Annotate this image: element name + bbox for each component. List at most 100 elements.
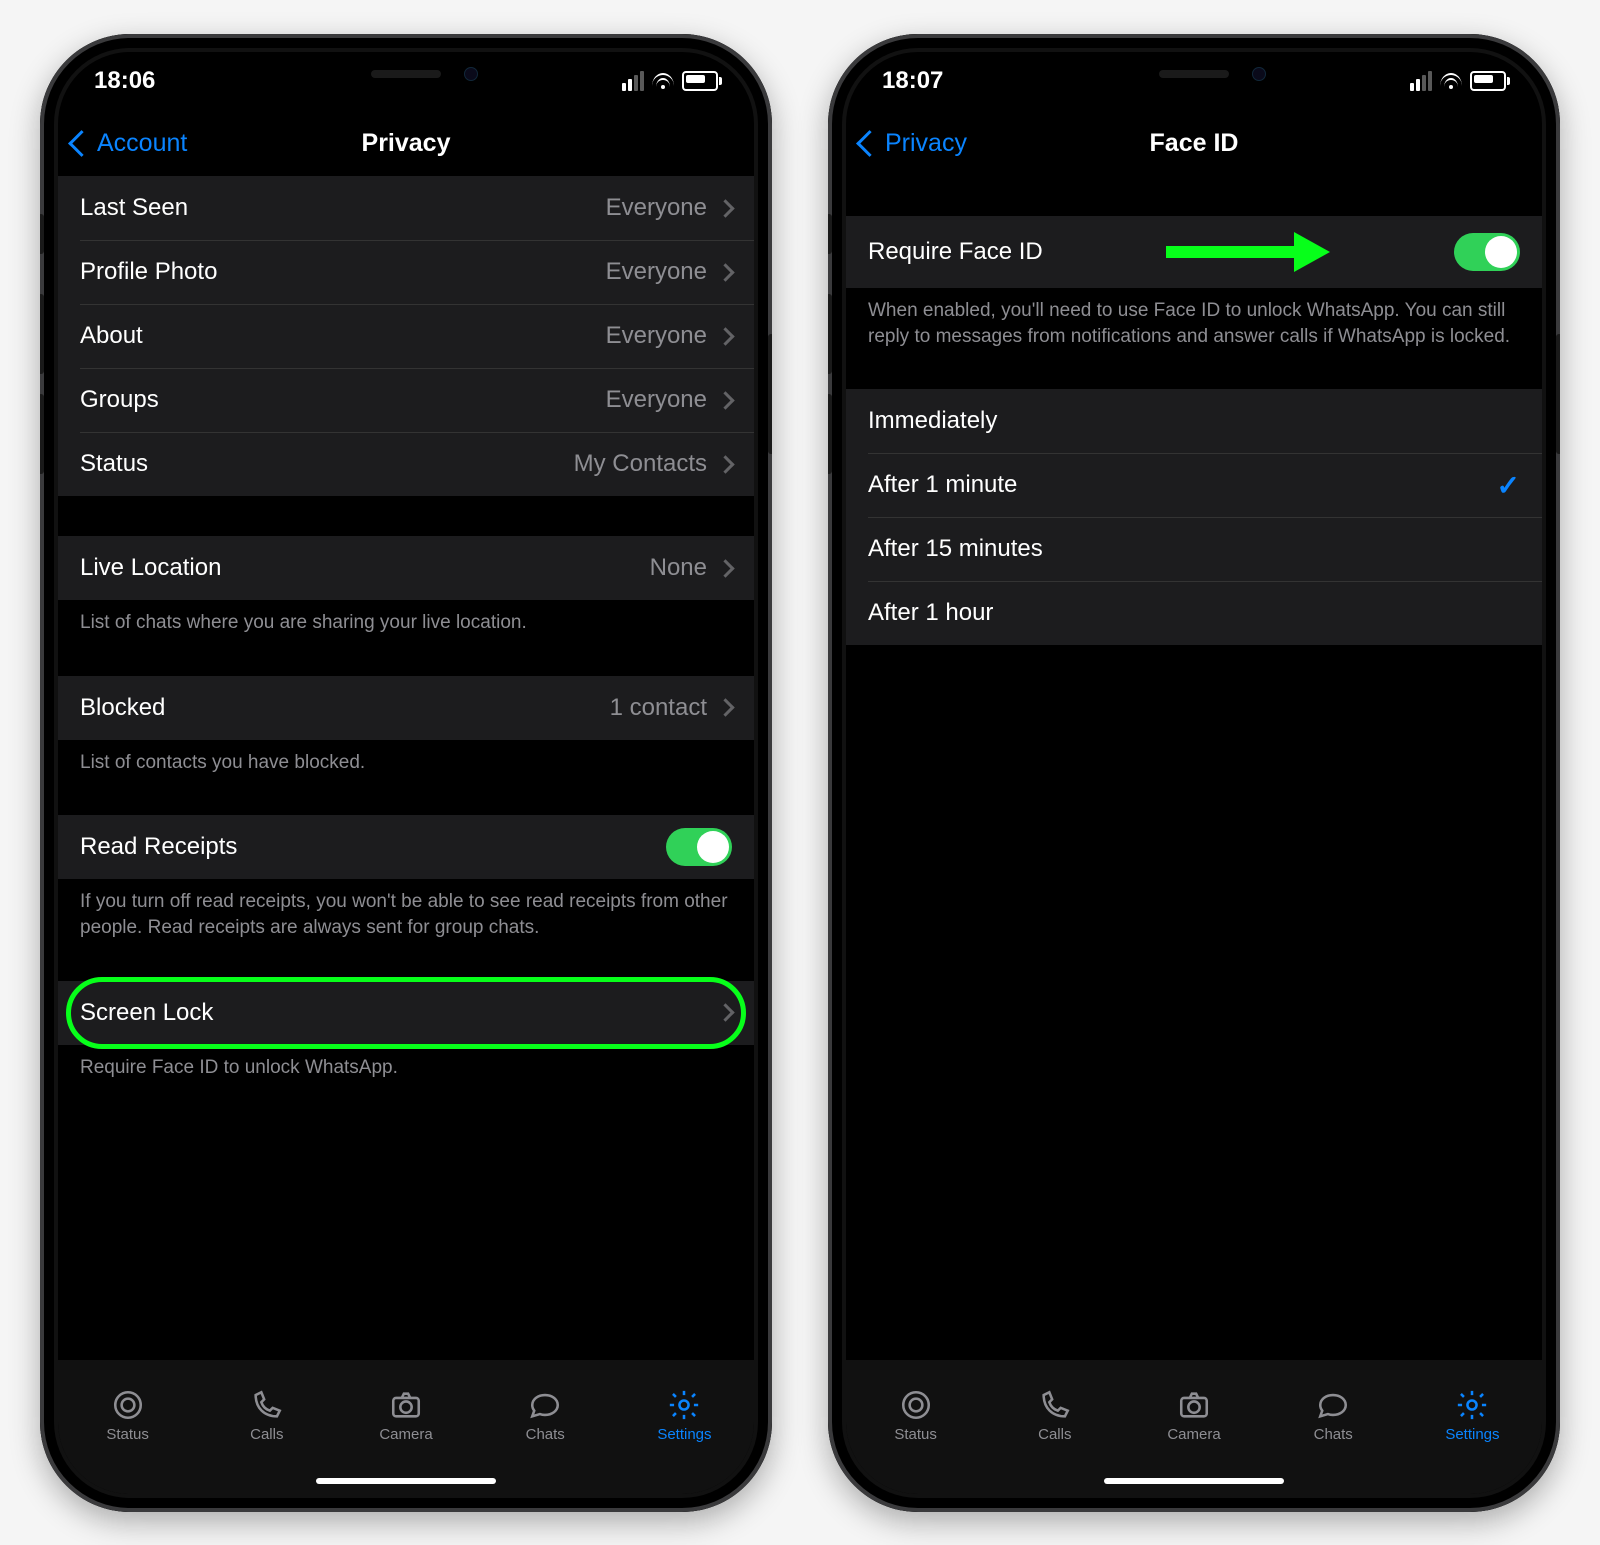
tab-settings[interactable]: Settings: [615, 1360, 754, 1470]
front-camera: [1252, 67, 1266, 81]
earpiece: [371, 70, 441, 78]
tab-label: Settings: [1445, 1426, 1499, 1443]
row-value: Everyone: [606, 194, 707, 222]
row-value: Everyone: [606, 258, 707, 286]
power-button: [1556, 334, 1560, 454]
read-receipts-note: If you turn off read receipts, you won't…: [58, 879, 754, 940]
tab-label: Chats: [526, 1426, 565, 1443]
row-label: Live Location: [80, 554, 221, 582]
tab-chats[interactable]: Chats: [1264, 1360, 1403, 1470]
page-title: Face ID: [1150, 129, 1239, 158]
iphone-device-right: 18:07 Privacy Face ID Require Face ID: [828, 34, 1560, 1512]
tab-label: Chats: [1314, 1426, 1353, 1443]
status-time: 18:07: [882, 67, 943, 95]
about-row[interactable]: About Everyone: [58, 304, 754, 368]
iphone-device-left: 18:06 Account Privacy Last Seen: [40, 34, 772, 1512]
timeout-row-immediately[interactable]: Immediately: [846, 389, 1542, 453]
row-label: Profile Photo: [80, 258, 217, 286]
status-icon: [111, 1388, 145, 1422]
status-icon: [899, 1388, 933, 1422]
status-time: 18:06: [94, 67, 155, 95]
tab-calls[interactable]: Calls: [985, 1360, 1124, 1470]
row-label: Screen Lock: [80, 999, 213, 1027]
silent-switch: [40, 214, 44, 254]
chevron-right-icon: [716, 263, 734, 281]
phone-icon: [1038, 1388, 1072, 1422]
front-camera: [464, 67, 478, 81]
volume-down-button: [828, 394, 832, 474]
row-label: Status: [80, 450, 148, 478]
nav-bar: Account Privacy: [58, 110, 754, 176]
camera-icon: [389, 1388, 423, 1422]
tab-label: Calls: [1038, 1426, 1071, 1443]
volume-down-button: [40, 394, 44, 474]
live-location-row[interactable]: Live Location None: [58, 536, 754, 600]
volume-up-button: [828, 294, 832, 374]
screen-lock-note: Require Face ID to unlock WhatsApp.: [58, 1045, 754, 1081]
back-button[interactable]: Privacy: [860, 110, 967, 176]
page-title: Privacy: [362, 129, 451, 158]
power-button: [768, 334, 772, 454]
chat-icon: [1316, 1388, 1350, 1422]
row-value: None: [650, 554, 707, 582]
back-button[interactable]: Account: [72, 110, 187, 176]
row-label: Blocked: [80, 694, 165, 722]
tab-chats[interactable]: Chats: [476, 1360, 615, 1470]
groups-row[interactable]: Groups Everyone: [58, 368, 754, 432]
timeout-row-1hour[interactable]: After 1 hour: [846, 581, 1542, 645]
earpiece: [1159, 70, 1229, 78]
tab-camera[interactable]: Camera: [336, 1360, 475, 1470]
silent-switch: [828, 214, 832, 254]
wifi-icon: [652, 73, 674, 89]
cellular-signal-icon: [1410, 71, 1432, 91]
tab-settings[interactable]: Settings: [1403, 1360, 1542, 1470]
chevron-left-icon: [856, 130, 883, 157]
phone-icon: [250, 1388, 284, 1422]
gear-icon: [1455, 1388, 1489, 1422]
tab-label: Status: [894, 1426, 937, 1443]
checkmark-icon: ✓: [1497, 469, 1520, 502]
back-label: Account: [97, 129, 187, 158]
timeout-row-15min[interactable]: After 15 minutes: [846, 517, 1542, 581]
tab-label: Settings: [657, 1426, 711, 1443]
faceid-settings-list: Require Face ID When enabled, you'll nee…: [846, 176, 1542, 1384]
row-label: Groups: [80, 386, 159, 414]
tab-label: Calls: [250, 1426, 283, 1443]
home-indicator[interactable]: [1104, 1478, 1284, 1484]
profile-photo-row[interactable]: Profile Photo Everyone: [58, 240, 754, 304]
tab-status[interactable]: Status: [846, 1360, 985, 1470]
tab-camera[interactable]: Camera: [1124, 1360, 1263, 1470]
screen-lock-row[interactable]: Screen Lock: [58, 981, 754, 1045]
chevron-right-icon: [716, 199, 734, 217]
row-value: Everyone: [606, 386, 707, 414]
tab-bar: Status Calls Camera Chats Settings: [58, 1360, 754, 1494]
last-seen-row[interactable]: Last Seen Everyone: [58, 176, 754, 240]
timeout-row-1min[interactable]: After 1 minute ✓: [846, 453, 1542, 517]
back-label: Privacy: [885, 129, 967, 158]
tab-bar: Status Calls Camera Chats Settings: [846, 1360, 1542, 1494]
tab-status[interactable]: Status: [58, 1360, 197, 1470]
blocked-row[interactable]: Blocked 1 contact: [58, 676, 754, 740]
chevron-right-icon: [716, 327, 734, 345]
tab-label: Camera: [1167, 1426, 1220, 1443]
home-indicator[interactable]: [316, 1478, 496, 1484]
read-receipts-row[interactable]: Read Receipts: [58, 815, 754, 879]
screen: 18:06 Account Privacy Last Seen: [58, 52, 754, 1494]
blocked-note: List of contacts you have blocked.: [58, 740, 754, 776]
tab-calls[interactable]: Calls: [197, 1360, 336, 1470]
require-faceid-note: When enabled, you'll need to use Face ID…: [846, 288, 1542, 349]
camera-icon: [1177, 1388, 1211, 1422]
row-label: Last Seen: [80, 194, 188, 222]
nav-bar: Privacy Face ID: [846, 110, 1542, 176]
privacy-settings-list: Last Seen Everyone Profile Photo Everyon…: [58, 176, 754, 1384]
require-faceid-toggle[interactable]: [1454, 233, 1520, 271]
status-row[interactable]: Status My Contacts: [58, 432, 754, 496]
read-receipts-toggle[interactable]: [666, 828, 732, 866]
chevron-right-icon: [716, 455, 734, 473]
row-label: Read Receipts: [80, 833, 237, 861]
notch: [256, 52, 556, 96]
wifi-icon: [1440, 73, 1462, 89]
chevron-right-icon: [716, 391, 734, 409]
chevron-left-icon: [68, 130, 95, 157]
require-faceid-row[interactable]: Require Face ID: [846, 216, 1542, 288]
